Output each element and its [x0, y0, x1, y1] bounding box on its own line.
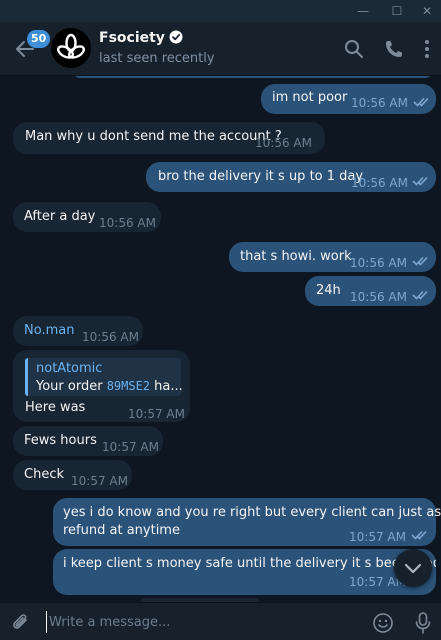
- message-text-line1: yes i do know and you re right but every…: [63, 505, 441, 520]
- window-titlebar: — ☐ ✕: [0, 0, 441, 22]
- message-bubble-outgoing[interactable]: bro the delivery it s up to 1 day 10:56 …: [146, 162, 436, 192]
- message-bubble-outgoing[interactable]: yes i do know and you re right but every…: [53, 498, 441, 546]
- message-time: 10:57 AM: [102, 440, 159, 454]
- message-text: 24h: [316, 283, 341, 298]
- message-list[interactable]: im not poor 10:56 AM Man why u dont send…: [0, 76, 441, 602]
- double-check-icon: [412, 290, 428, 300]
- paperclip-icon[interactable]: [10, 612, 32, 634]
- message-text: im not poor: [272, 90, 348, 105]
- message-text-line2: refund at anytime: [63, 523, 180, 538]
- unread-badge: 50: [27, 30, 51, 48]
- message-time: 10:56 AM: [351, 176, 408, 190]
- message-bubble-incoming[interactable]: After a day 10:56 AM: [13, 202, 161, 232]
- phone-icon[interactable]: [383, 38, 405, 60]
- chat-name[interactable]: Fsociety: [99, 30, 183, 46]
- message-text: Check: [24, 467, 64, 482]
- message-time: 10:56 AM: [350, 290, 407, 304]
- message-time: 10:56 AM: [82, 330, 139, 344]
- maximize-button[interactable]: ☐: [382, 0, 412, 22]
- message-time: 10:56 AM: [99, 216, 156, 230]
- message-bubble-outgoing[interactable]: im not poor 10:56 AM: [261, 84, 436, 114]
- double-check-icon: [411, 530, 427, 540]
- fsociety-logo: [51, 28, 91, 68]
- double-check-icon: [413, 97, 429, 107]
- message-input[interactable]: [46, 611, 356, 633]
- reply-preview: Your order 89MSE2 ha...: [36, 377, 183, 396]
- reply-author: notAtomic: [36, 361, 103, 376]
- reply-prefix: Your order: [36, 379, 107, 394]
- reply-quote[interactable]: notAtomic Your order 89MSE2 ha...: [25, 358, 183, 396]
- message-text: Man why u dont send me the account ?: [25, 129, 282, 144]
- reply-suffix: ha...: [150, 379, 183, 394]
- message-text: bro the delivery it s up to 1 day: [158, 169, 364, 184]
- message-time: 10:57 AM: [349, 530, 406, 544]
- avatar[interactable]: [51, 28, 91, 68]
- close-window-button[interactable]: ✕: [412, 0, 441, 22]
- scroll-down-button[interactable]: [394, 549, 432, 587]
- message-text: Fews hours: [24, 433, 97, 448]
- message-bubble-outgoing[interactable]: 24h 10:56 AM: [305, 276, 436, 306]
- minimize-button[interactable]: —: [348, 0, 378, 22]
- message-link-text[interactable]: No.man: [24, 322, 74, 340]
- message-bubble-incoming[interactable]: Fews hours 10:57 AM: [13, 426, 163, 456]
- double-check-icon: [412, 256, 428, 266]
- message-bubble-incoming[interactable]: No.man 10:56 AM: [13, 316, 143, 346]
- chat-name-text: Fsociety: [99, 30, 165, 46]
- message-text: that s howi. work: [240, 249, 352, 264]
- message-bubble-partial: [72, 76, 433, 78]
- message-time: 10:57 AM: [71, 474, 128, 488]
- double-check-icon: [412, 176, 428, 186]
- message-text: After a day: [24, 209, 96, 224]
- message-time: 10:56 AM: [350, 256, 407, 270]
- emoji-icon[interactable]: [372, 612, 394, 634]
- message-time: 10:57 AM: [128, 407, 185, 421]
- message-time: 10:56 AM: [255, 136, 312, 150]
- message-bubble-reply[interactable]: notAtomic Your order 89MSE2 ha... Here w…: [13, 350, 190, 422]
- more-vertical-icon[interactable]: [416, 38, 438, 60]
- message-bubble-outgoing[interactable]: that s howi. work 10:56 AM: [229, 242, 436, 272]
- order-code: 89MSE2: [106, 379, 151, 393]
- chat-header: 50 Fsociety last seen recently: [0, 22, 441, 76]
- chevron-down-icon: [404, 563, 422, 574]
- search-icon[interactable]: [343, 38, 365, 60]
- last-seen-status: last seen recently: [99, 51, 215, 66]
- microphone-icon[interactable]: [413, 611, 433, 635]
- verified-icon: [169, 30, 183, 44]
- message-composer: [0, 602, 441, 640]
- message-bubble-incoming[interactable]: Check 10:57 AM: [13, 460, 132, 490]
- message-time: 10:56 AM: [351, 96, 408, 110]
- message-bubble-incoming[interactable]: Man why u dont send me the account ? 10:…: [13, 122, 325, 154]
- message-text: Here was: [25, 400, 86, 415]
- message-text: i keep client s money safe until the del…: [63, 556, 436, 571]
- message-bubble-outgoing[interactable]: i keep client s money safe until the del…: [53, 549, 436, 595]
